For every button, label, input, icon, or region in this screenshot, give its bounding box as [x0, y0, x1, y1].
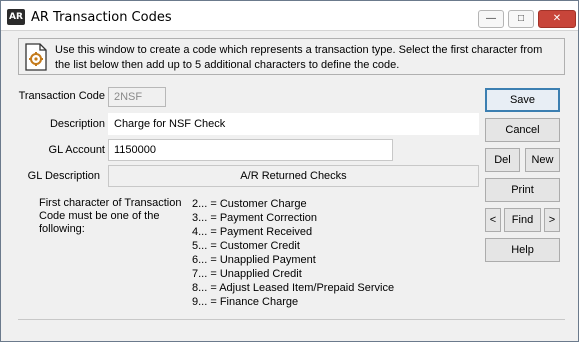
- gl-account-label: GL Account: [48, 144, 105, 156]
- delete-button[interactable]: Del: [485, 148, 520, 172]
- save-button[interactable]: Save: [485, 88, 560, 112]
- print-button[interactable]: Print: [485, 178, 560, 202]
- cancel-button[interactable]: Cancel: [485, 118, 560, 142]
- find-button[interactable]: Find: [504, 208, 541, 232]
- help-button[interactable]: Help: [485, 238, 560, 262]
- code-option: 2... = Customer Charge: [192, 198, 307, 210]
- new-button[interactable]: New: [525, 148, 560, 172]
- first-character-note: First character of Transaction Code must…: [39, 197, 182, 235]
- code-option: 9... = Finance Charge: [192, 296, 299, 308]
- gl-description-field: A/R Returned Checks: [108, 165, 479, 187]
- previous-button[interactable]: <: [485, 208, 501, 232]
- transaction-code-field[interactable]: 2NSF: [108, 87, 166, 107]
- gl-account-field[interactable]: 1150000: [108, 139, 393, 161]
- next-button[interactable]: >: [544, 208, 560, 232]
- document-gear-icon: [25, 43, 47, 71]
- bottom-separator: [18, 319, 565, 320]
- description-label: Description: [49, 118, 105, 130]
- info-panel: Use this window to create a code which r…: [18, 38, 565, 75]
- code-option: 3... = Payment Correction: [192, 212, 318, 224]
- code-option: 5... = Customer Credit: [192, 240, 300, 252]
- code-option: 6... = Unapplied Payment: [192, 254, 316, 266]
- maximize-button[interactable]: □: [508, 10, 534, 28]
- ar-transaction-codes-window: AR AR Transaction Codes — □ ✕ Use this w…: [0, 0, 579, 342]
- title-bar[interactable]: AR AR Transaction Codes — □ ✕: [1, 1, 578, 31]
- window-title: AR Transaction Codes: [31, 10, 172, 25]
- gl-description-label: GL Description: [27, 170, 100, 182]
- transaction-code-label: Transaction Code: [18, 90, 105, 102]
- code-option: 8... = Adjust Leased Item/Prepaid Servic…: [192, 282, 395, 294]
- code-option: 7... = Unapplied Credit: [192, 268, 302, 280]
- transaction-code-list: 2... = Customer Charge 3... = Payment Co…: [192, 197, 422, 309]
- description-field[interactable]: Charge for NSF Check: [108, 113, 479, 135]
- minimize-button[interactable]: —: [478, 10, 504, 28]
- info-text: Use this window to create a code which r…: [55, 44, 543, 71]
- close-button[interactable]: ✕: [538, 10, 576, 28]
- code-option: 4... = Payment Received: [192, 226, 313, 238]
- ar-app-icon: AR: [7, 9, 25, 25]
